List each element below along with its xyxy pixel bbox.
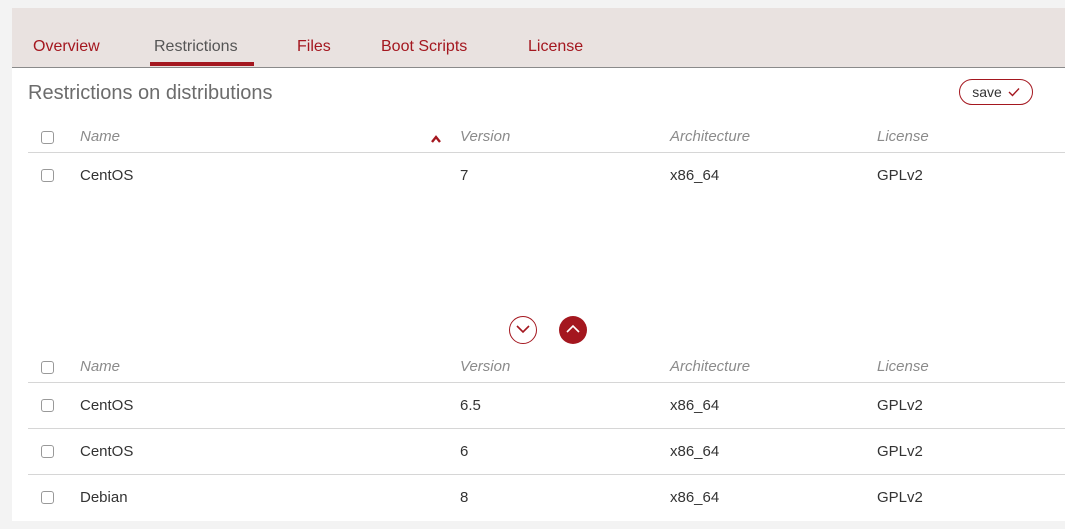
table-header: Name Version Architecture License — [12, 351, 1065, 383]
cell-name: CentOS — [80, 397, 134, 414]
cell-version: 7 — [460, 167, 469, 184]
row-checkbox[interactable] — [41, 445, 54, 458]
cell-name: Debian — [80, 489, 128, 506]
tab-license[interactable]: License — [528, 38, 583, 56]
available-distributions-table: Name Version Architecture License CentOS… — [12, 351, 1065, 521]
checkmark-icon — [1008, 87, 1020, 97]
chevron-up-circle-icon — [565, 321, 581, 339]
cell-architecture: x86_64 — [670, 167, 720, 184]
cell-architecture: x86_64 — [670, 443, 720, 460]
cell-license: GPLv2 — [877, 489, 923, 506]
cell-name: CentOS — [80, 167, 134, 184]
column-header-version[interactable]: Version — [460, 358, 510, 375]
column-header-version[interactable]: Version — [460, 128, 510, 145]
row-checkbox[interactable] — [41, 169, 54, 182]
move-down-button[interactable] — [509, 316, 537, 344]
table-row[interactable]: CentOS 6 x86_64 GPLv2 — [12, 429, 1065, 475]
tab-overview[interactable]: Overview — [33, 38, 100, 56]
column-header-license[interactable]: License — [877, 128, 929, 145]
save-label: save — [972, 84, 1002, 100]
cell-license: GPLv2 — [877, 167, 923, 184]
cell-version: 6.5 — [460, 397, 481, 414]
row-checkbox[interactable] — [41, 399, 54, 412]
cell-license: GPLv2 — [877, 443, 923, 460]
active-tab-indicator — [150, 62, 254, 66]
cell-license: GPLv2 — [877, 397, 923, 414]
move-controls — [509, 316, 587, 344]
column-header-name[interactable]: Name — [80, 128, 120, 145]
chevron-down-circle-icon — [515, 321, 531, 339]
caret-up-icon[interactable] — [430, 131, 442, 143]
tab-files[interactable]: Files — [297, 38, 331, 56]
column-header-license[interactable]: License — [877, 358, 929, 375]
select-all-checkbox[interactable] — [41, 131, 54, 144]
section-title: Restrictions on distributions — [28, 82, 273, 104]
tab-bar: Overview Restrictions Files Boot Scripts… — [12, 8, 1065, 68]
column-header-architecture[interactable]: Architecture — [670, 358, 750, 375]
move-up-button[interactable] — [559, 316, 587, 344]
restrictions-page: Overview Restrictions Files Boot Scripts… — [12, 8, 1065, 521]
table-row[interactable]: CentOS 6.5 x86_64 GPLv2 — [12, 383, 1065, 429]
table-row[interactable]: Debian 8 x86_64 GPLv2 — [12, 475, 1065, 521]
save-button[interactable]: save — [959, 79, 1033, 105]
select-all-checkbox[interactable] — [41, 361, 54, 374]
tab-boot-scripts[interactable]: Boot Scripts — [381, 38, 467, 56]
table-header: Name Version Architecture License — [12, 121, 1065, 153]
cell-version: 6 — [460, 443, 469, 460]
cell-name: CentOS — [80, 443, 134, 460]
cell-version: 8 — [460, 489, 469, 506]
table-row[interactable]: CentOS 7 x86_64 GPLv2 — [12, 153, 1065, 199]
column-header-name[interactable]: Name — [80, 358, 120, 375]
tab-restrictions[interactable]: Restrictions — [154, 38, 238, 56]
column-header-architecture[interactable]: Architecture — [670, 128, 750, 145]
row-checkbox[interactable] — [41, 491, 54, 504]
cell-architecture: x86_64 — [670, 489, 720, 506]
cell-architecture: x86_64 — [670, 397, 720, 414]
restricted-distributions-table: Name Version Architecture License CentOS… — [12, 121, 1065, 199]
